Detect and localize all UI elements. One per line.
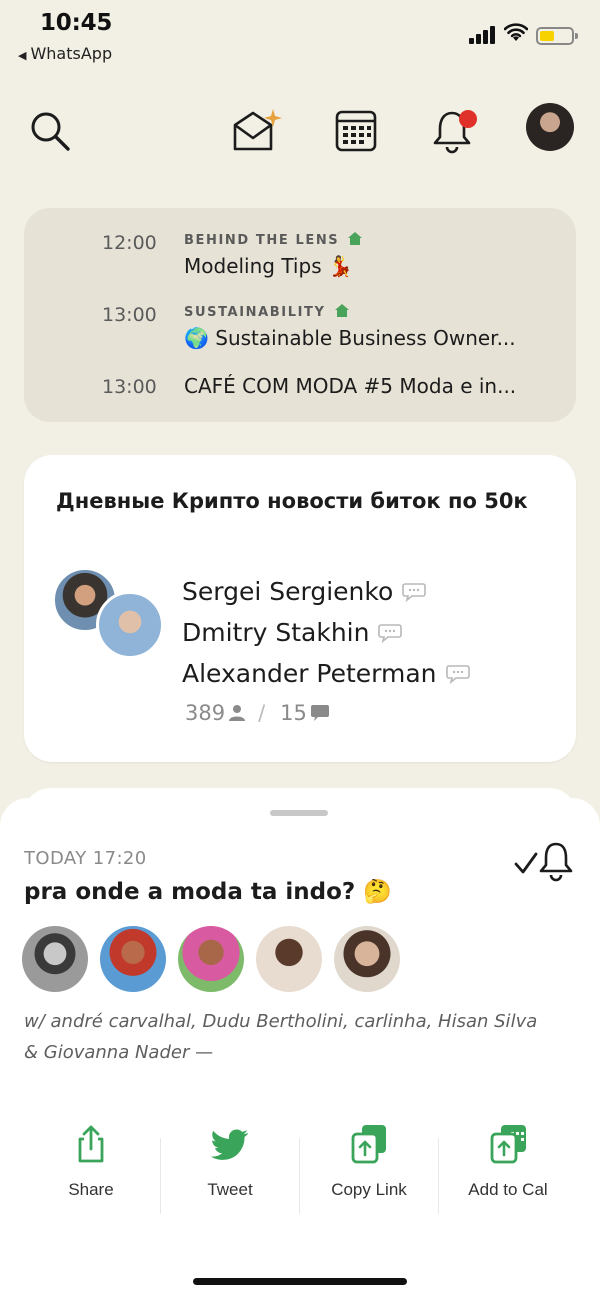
event-club: BEHIND THE LENS [184, 231, 363, 248]
wifi-icon [504, 23, 528, 41]
host-avatar[interactable] [256, 926, 322, 992]
event-club-name: BEHIND THE LENS [184, 233, 340, 248]
host-avatar[interactable] [22, 926, 88, 992]
sheet-grab-handle[interactable] [270, 810, 328, 816]
room-title: Дневные Крипто новости биток по 50к [56, 489, 528, 513]
status-time: 10:45 [40, 10, 113, 36]
home-indicator[interactable] [193, 1278, 407, 1285]
profile-avatar[interactable] [526, 103, 574, 151]
upcoming-schedule-card[interactable]: 12:00 BEHIND THE LENS Modeling Tips 💃 13… [24, 208, 576, 422]
speaker-name: Dmitry Stakhin [182, 618, 370, 647]
chat-bubble-icon [378, 623, 403, 643]
speaker-avatar [96, 591, 164, 659]
speaker-row: Alexander Peterman [182, 653, 470, 694]
copy-link-button[interactable]: Copy Link [300, 1116, 438, 1216]
copy-link-label: Copy Link [331, 1180, 407, 1199]
event-title: 🌍 Sustainable Business Owner... [184, 326, 516, 350]
person-icon [229, 705, 246, 721]
event-time: 13:00 [102, 304, 157, 326]
notifications-bell-icon[interactable] [430, 105, 482, 155]
chat-bubble-filled-icon [310, 705, 329, 721]
event-title: pra onde a moda ta indo? 🤔 [24, 879, 392, 905]
event-details-sheet: TODAY 17:20 pra onde a moda ta indo? 🤔 w… [0, 798, 600, 1301]
tweet-label: Tweet [207, 1180, 253, 1199]
back-to-app-link[interactable]: ◀ WhatsApp [18, 44, 112, 63]
bell-check-icon[interactable] [512, 840, 580, 884]
event-date: TODAY 17:20 [24, 848, 147, 869]
event-time: 13:00 [102, 376, 157, 398]
event-hosts-text: w/ andré carvalhal, Dudu Bertholini, car… [24, 1011, 538, 1063]
speaker-row: Dmitry Stakhin [182, 612, 470, 653]
add-to-calendar-icon [490, 1125, 526, 1164]
add-to-calendar-label: Add to Cal [468, 1180, 548, 1199]
status-bar: 10:45 ◀ WhatsApp [0, 0, 600, 72]
room-counts: 389 / 15 [182, 701, 330, 725]
listener-count: 389 [185, 701, 226, 725]
event-club: SUSTAINABILITY [184, 303, 350, 320]
twitter-bird-icon [210, 1129, 249, 1160]
event-title: Modeling Tips 💃 [184, 254, 353, 278]
host-avatar[interactable] [178, 926, 244, 992]
invite-envelope-icon[interactable] [228, 107, 286, 155]
speaker-name: Alexander Peterman [182, 659, 437, 688]
chat-bubble-icon [445, 664, 470, 684]
battery-icon [536, 27, 578, 45]
share-actions: Share Tweet Copy Link Add to Cal [22, 1116, 578, 1216]
event-title: CAFÉ COM MODA #5 Moda e in... [184, 374, 517, 398]
calendar-icon[interactable] [334, 109, 378, 153]
share-icon [78, 1125, 104, 1163]
cellular-signal-icon [469, 26, 497, 44]
top-nav [0, 95, 600, 167]
live-room-card[interactable]: Дневные Крипто новости биток по 50к Serg… [24, 455, 576, 762]
speaker-count: 15 [280, 701, 307, 725]
tweet-button[interactable]: Tweet [161, 1116, 299, 1216]
copy-link-icon [351, 1125, 386, 1164]
speaker-row: Sergei Sergienko [182, 571, 470, 612]
share-label: Share [68, 1180, 114, 1199]
back-triangle-icon: ◀ [18, 49, 27, 62]
host-avatar[interactable] [100, 926, 166, 992]
speaker-list: Sergei Sergienko Dmitry Stakhin Alexande… [182, 571, 470, 694]
back-app-label: WhatsApp [30, 44, 113, 63]
share-button[interactable]: Share [22, 1116, 160, 1216]
speaker-name: Sergei Sergienko [182, 577, 394, 606]
host-avatar[interactable] [334, 926, 400, 992]
club-house-icon [348, 232, 363, 245]
chat-bubble-icon [402, 582, 427, 602]
count-separator: / [258, 701, 266, 725]
club-house-icon [334, 304, 349, 317]
event-club-name: SUSTAINABILITY [184, 305, 326, 320]
event-time: 12:00 [102, 232, 157, 254]
add-to-calendar-button[interactable]: Add to Cal [439, 1116, 577, 1216]
search-icon[interactable] [28, 109, 72, 153]
